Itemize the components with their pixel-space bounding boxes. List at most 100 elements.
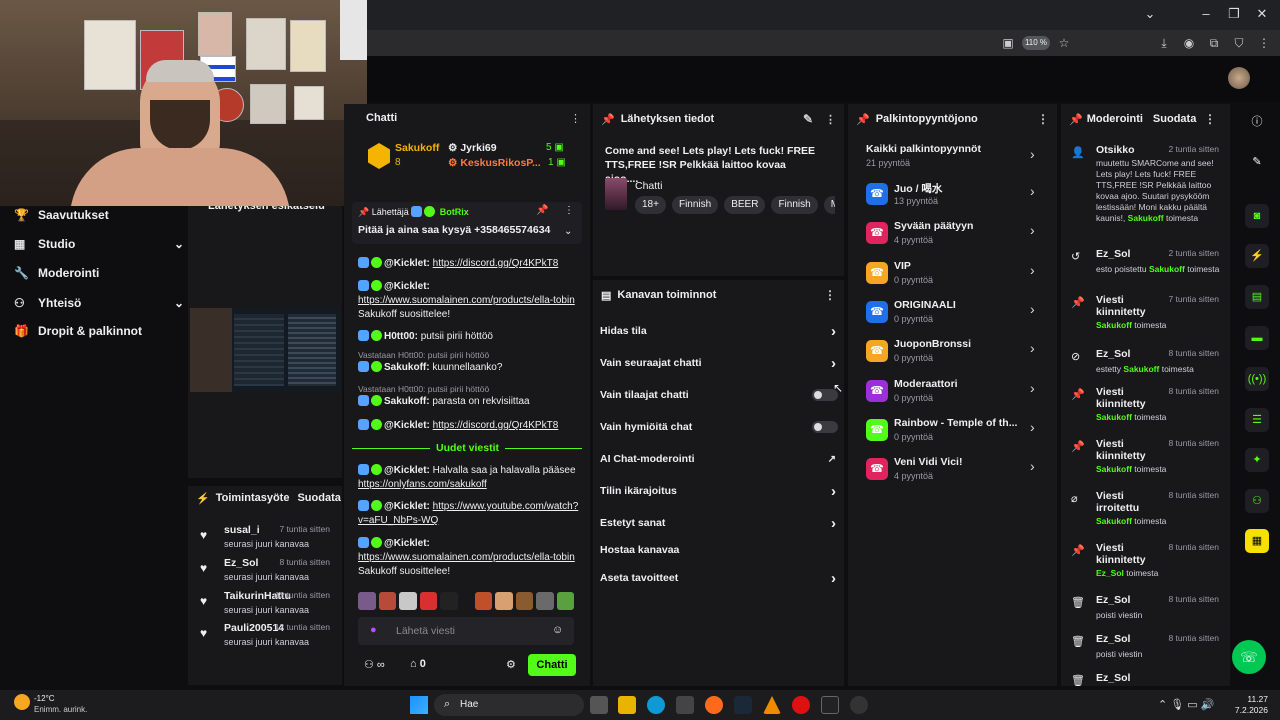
clapper-icon[interactable]: ▦ (1245, 529, 1269, 553)
chevron-right-icon[interactable]: › (831, 355, 836, 372)
lightning-icon[interactable]: ⚡ (1245, 244, 1269, 268)
chat-username[interactable]: @Kicklet: (384, 538, 430, 549)
edit-layout-icon[interactable]: ✎ (1245, 150, 1269, 174)
minimize-icon[interactable]: – (1196, 6, 1216, 24)
reward-queue-menu-icon[interactable]: ⋮ (1037, 112, 1049, 126)
emoji-icon[interactable]: ☺ (552, 624, 563, 636)
opera-icon[interactable] (792, 696, 810, 714)
chat-message[interactable]: @Kicklet: https://www.suomalainen.com/pr… (358, 280, 580, 322)
edge-icon[interactable] (647, 696, 665, 714)
emote-icon[interactable] (440, 592, 458, 610)
layers-icon[interactable]: ☰ (1245, 408, 1269, 432)
emote-bar[interactable] (358, 592, 574, 612)
category-name[interactable]: Chatti (635, 180, 662, 192)
channel-action-item[interactable]: Aseta tavoitteet › (600, 570, 838, 587)
moderator-name[interactable]: Sakukoff (1149, 264, 1185, 274)
moderator-name[interactable]: Sakukoff (1096, 412, 1132, 422)
chevron-right-icon[interactable]: › (1030, 222, 1035, 238)
moderator-name[interactable]: Sakukoff (1096, 464, 1132, 474)
channel-action-item[interactable]: Estetyt sanat › (600, 515, 838, 532)
chevron-right-icon[interactable]: › (1030, 183, 1035, 199)
download-icon[interactable]: ⤓ (1156, 36, 1172, 50)
reward-item[interactable]: ☎ Juo / 喝水 13 pyyntöä › (856, 181, 1048, 213)
channel-action-item[interactable]: Hostaa kanavaa (600, 542, 838, 558)
zoom-level[interactable]: 110 % (1022, 36, 1050, 50)
chevron-right-icon[interactable]: › (831, 515, 836, 532)
reward-item[interactable]: ☎ Moderaattori 0 pyyntöä › (856, 378, 1048, 410)
reward-item[interactable]: ☎ Rainbow - Temple of th... 0 pyyntöä › (856, 417, 1048, 449)
chat-username[interactable]: Sakukoff: (384, 362, 430, 373)
activity-user[interactable]: Ez_Sol (224, 557, 258, 569)
sidebar-item[interactable]: ⚇ Yhteisö ⌄ (14, 292, 184, 314)
sidebar-item[interactable]: 🎁 Dropit & palkinnot (14, 320, 184, 342)
chat-link[interactable]: https://discord.gg/Qr4KPkT8 (433, 420, 559, 431)
users-icon[interactable]: ⚇ (1245, 489, 1269, 513)
activity-user[interactable]: susal_i (224, 524, 260, 536)
points-counter[interactable]: ⌂ 0 (410, 658, 426, 670)
chat-message[interactable]: @Kicklet: https://www.youtube.com/watch?… (358, 500, 580, 528)
chat-message[interactable]: @Kicklet: https://discord.gg/Qr4KPkT8 (358, 257, 580, 271)
reward-item[interactable]: ☎ Veni Vidi Vici! 4 pyyntöä › (856, 456, 1048, 488)
taskbar-search[interactable]: ⌕ Hae (434, 694, 584, 716)
tab-list-icon[interactable]: ⌄ (1140, 6, 1160, 24)
reward-item[interactable]: ☎ ORIGINAALI 0 pyyntöä › (856, 299, 1048, 331)
activity-item[interactable]: ♥ Ez_Sol 8 tuntia sitten seurasi juuri kana… (188, 557, 342, 589)
account-icon[interactable]: ◉ (1181, 36, 1197, 50)
activity-filter[interactable]: Suodata (297, 492, 340, 504)
chevron-right-icon[interactable]: › (831, 483, 836, 500)
emote-icon[interactable] (536, 592, 554, 610)
help-button[interactable]: ☏ (1232, 640, 1266, 674)
moderator-name[interactable]: Ez_Sol (1096, 568, 1124, 578)
channel-action-item[interactable]: Vain hymiöitä chat (600, 419, 838, 435)
store-icon[interactable] (676, 696, 694, 714)
chevron-right-icon[interactable]: › (831, 323, 836, 340)
clock-time[interactable]: 11.27 (1232, 694, 1268, 704)
close-icon[interactable]: ✕ (1252, 6, 1272, 24)
chevron-down-icon[interactable]: ⌄ (174, 296, 184, 310)
moderation-filter[interactable]: Suodata (1153, 113, 1196, 125)
chevron-right-icon[interactable]: › (1030, 262, 1035, 278)
screenshot-icon[interactable]: ▣ (1000, 36, 1016, 50)
task-view-icon[interactable] (590, 696, 608, 714)
maximize-icon[interactable]: ❐ (1224, 6, 1244, 24)
toggle-switch[interactable] (812, 421, 838, 433)
external-link-icon[interactable]: ↗ (828, 454, 836, 465)
menu-icon[interactable]: ⋮ (1256, 36, 1272, 50)
moderator-name[interactable]: Sakukoff (1128, 213, 1164, 223)
chat-username[interactable]: @Kicklet: (384, 281, 430, 292)
moderation-menu-icon[interactable]: ⋮ (1204, 112, 1216, 126)
emote-icon[interactable] (474, 592, 492, 610)
emote-icon[interactable] (515, 592, 533, 610)
chat-username[interactable]: @Kicklet: (384, 501, 430, 512)
activity-item[interactable]: ♥ susal_i 7 tuntia sitten seurasi juuri kan… (188, 524, 342, 556)
moderator-name[interactable]: Sakukoff (1096, 516, 1132, 526)
moderator-name[interactable]: Sakukoff (1096, 320, 1132, 330)
leader-3-name[interactable]: ⚙ KeskusRikosP... (448, 157, 541, 169)
chat-link[interactable]: https://www.suomalainen.com/products/ell… (358, 295, 575, 306)
sidebar-item[interactable]: 🔧 Moderointi (14, 262, 184, 284)
emote-icon[interactable] (495, 592, 513, 610)
reward-item[interactable]: ☎ JuoponBronssi 0 pyyntöä › (856, 338, 1048, 370)
document-icon[interactable]: ▤ (1245, 285, 1269, 309)
chat-username[interactable]: @Kicklet: (384, 420, 430, 431)
terminal-icon[interactable] (821, 696, 839, 714)
moderator-name[interactable]: Sakukoff (1123, 364, 1159, 374)
file-explorer-icon[interactable] (618, 696, 636, 714)
chat-link[interactable]: https://www.suomalainen.com/products/ell… (358, 552, 575, 563)
users-icon[interactable]: ⚇ ∞ (364, 658, 385, 671)
chat-menu-icon[interactable]: ⋮ (570, 112, 581, 125)
reward-item[interactable]: ☎ VIP 0 pyyntöä › (856, 260, 1048, 292)
chevron-right-icon[interactable]: › (1030, 146, 1035, 162)
emote-icon[interactable] (419, 592, 437, 610)
chat-message[interactable]: @Kicklet: https://discord.gg/Qr4KPkT8 (358, 419, 580, 433)
steam-icon[interactable] (734, 696, 752, 714)
weather-temp[interactable]: -12°C (34, 694, 55, 703)
camera-icon[interactable]: ◙ (1245, 204, 1269, 228)
start-button[interactable] (410, 696, 428, 714)
activity-item[interactable]: ♥ Pauli200514 12 tuntia sitten seurasi juur… (188, 622, 342, 654)
extensions-icon[interactable]: ⧉ (1206, 36, 1222, 50)
chat-bubble-icon[interactable]: ▬ (1245, 326, 1269, 350)
settings-icon[interactable]: ⚙ (506, 658, 516, 671)
reward-item[interactable]: ☎ Syvään päätyyn 4 pyyntöä › (856, 220, 1048, 252)
stream-info-menu-icon[interactable]: ⋮ (825, 113, 836, 126)
